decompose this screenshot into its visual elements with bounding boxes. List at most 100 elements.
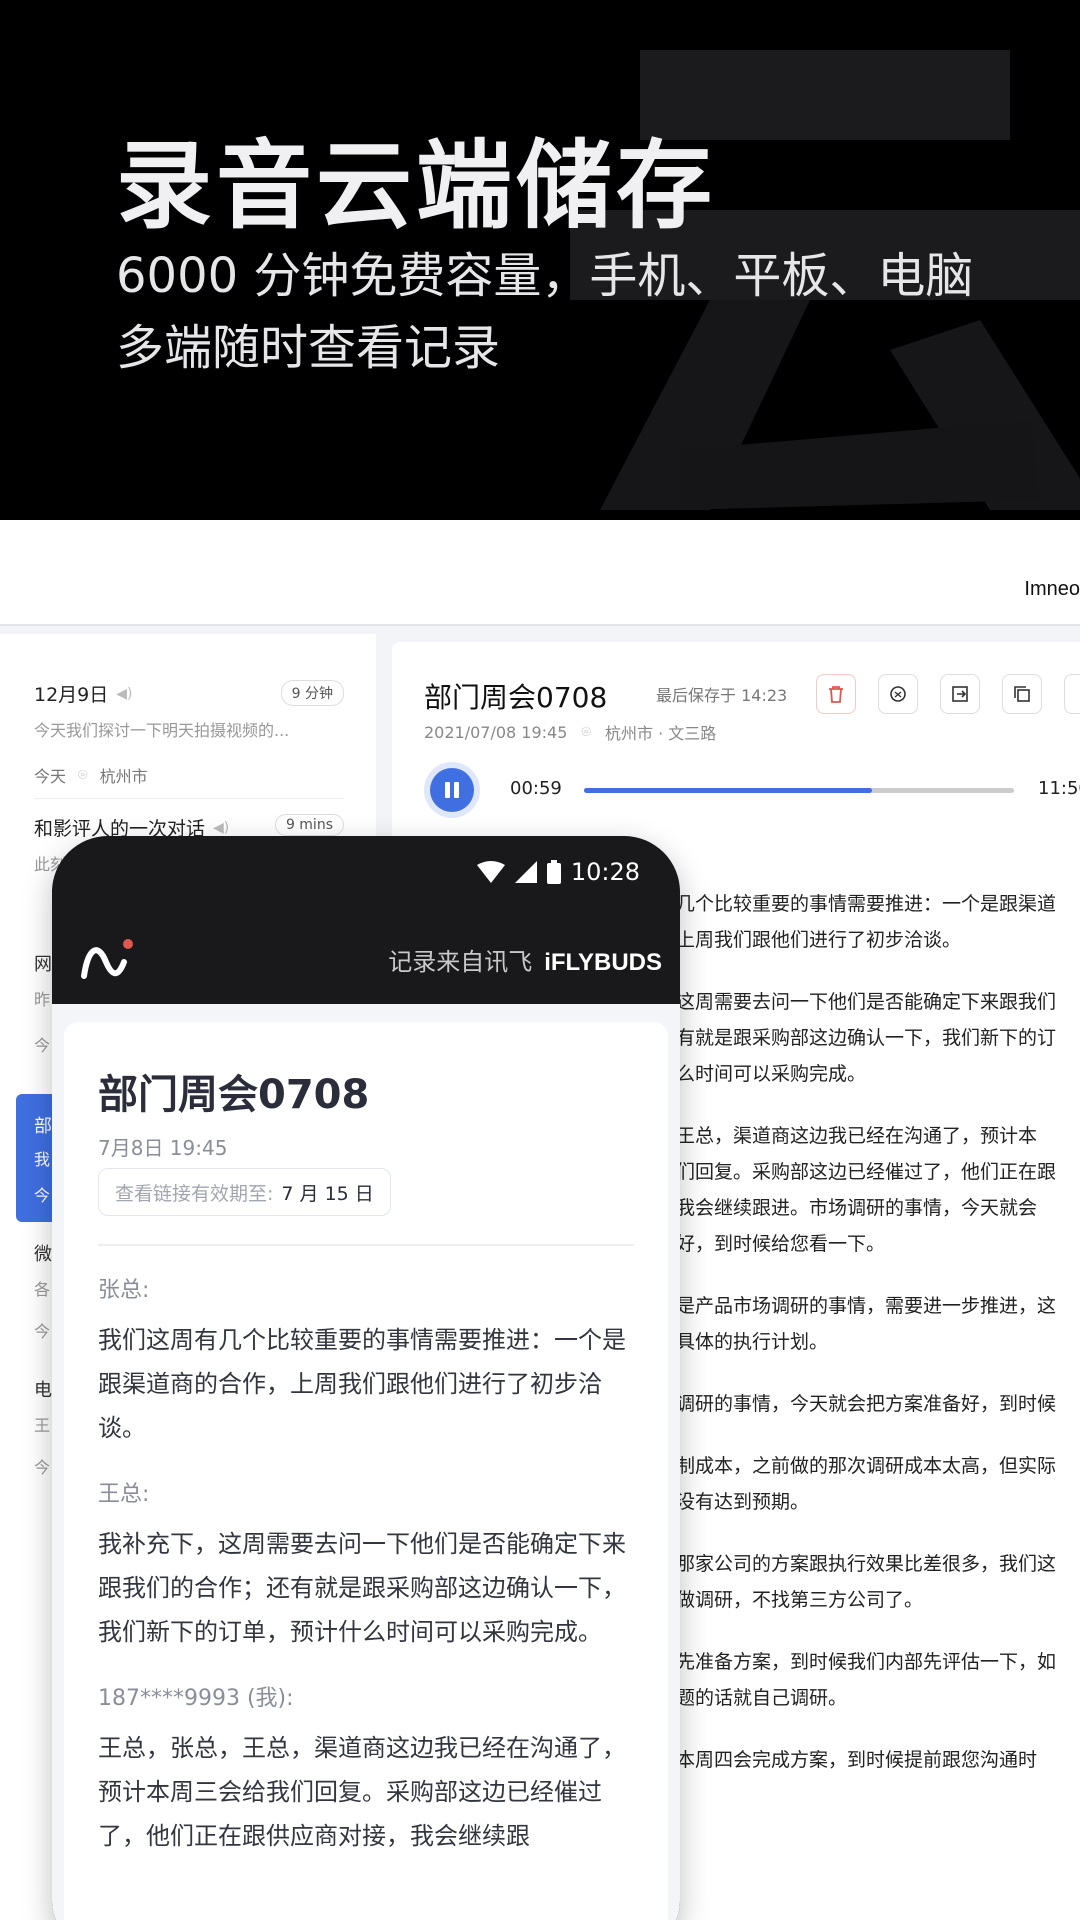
- speaker-label: 张总:: [98, 1278, 150, 1303]
- list-item-location: 杭州市: [99, 767, 148, 786]
- list-item-stub: 我: [34, 1150, 51, 1169]
- more-button[interactable]: [1064, 674, 1080, 714]
- transcript-paragraph: 先准备方案，到时候我们内部先评估一下，如 题的话就自己调研。: [676, 1644, 1080, 1716]
- status-bar: 10:28: [476, 858, 640, 886]
- list-item-stub: 今: [34, 1458, 51, 1477]
- transcript-line: 们回复。采购部这边已经催过了，他们正在跟: [676, 1161, 1057, 1183]
- app-bar-text: 记录来自讯飞 iFLYBUDS: [388, 942, 662, 977]
- transcript-line: 我会继续跟进。市场调研的事情，今天就会: [676, 1197, 1038, 1219]
- share-date: 7月8日 19:45: [98, 1136, 228, 1160]
- list-item-day: 今天: [34, 767, 67, 786]
- export-icon: [952, 686, 968, 702]
- transcript-line: 没有达到预期。: [676, 1491, 810, 1513]
- transcript-line: 具体的执行计划。: [676, 1331, 829, 1353]
- divider: [34, 798, 344, 799]
- transcript-paragraph: 这周需要去问一下他们是否能确定下来跟我们 有就是跟采购部这边确认一下，我们新下的订…: [676, 984, 1080, 1092]
- link-expiry-pill: 查看链接有效期至: 7 月 15 日: [98, 1168, 391, 1216]
- wifi-icon: [476, 861, 505, 883]
- translate-icon: [890, 686, 906, 702]
- transcript-text: 几个比较重要的事情需要推进：一个是跟渠道 上周我们跟他们进行了初步洽谈。这周需要去…: [676, 886, 1080, 1804]
- list-item-stub: 各: [34, 1280, 51, 1299]
- translate-button[interactable]: [878, 674, 918, 714]
- transcript-line: 制成本，之前做的那次调研成本太高，但实际: [676, 1455, 1057, 1477]
- transcript-line: 有就是跟采购部这边确认一下，我们新下的订: [676, 1027, 1057, 1049]
- detail-title: 部门周会0708: [424, 681, 608, 714]
- transcript-paragraph: 几个比较重要的事情需要推进：一个是跟渠道 上周我们跟他们进行了初步洽谈。: [676, 886, 1080, 958]
- delete-button[interactable]: [816, 674, 856, 714]
- list-item-title: 12月9日: [34, 684, 109, 706]
- transcript-paragraph: 那家公司的方案跟执行效果比差很多，我们这 做调研，不找第三方公司了。: [676, 1546, 1080, 1618]
- list-item-stub: 今: [34, 1036, 51, 1055]
- speaker-label: 187****9993 (我):: [98, 1686, 294, 1711]
- pause-button[interactable]: [430, 768, 474, 812]
- transcript-paragraph: 制成本，之前做的那次调研成本太高，但实际 没有达到预期。: [676, 1448, 1080, 1520]
- detail-location: 杭州市 · 文三路: [605, 724, 717, 743]
- signal-icon: [514, 861, 537, 883]
- current-time: 00:59: [510, 778, 562, 799]
- link-expiry-label: 查看链接有效期至:: [115, 1182, 274, 1205]
- transcript-line: 几个比较重要的事情需要推进：一个是跟渠道: [676, 893, 1057, 915]
- record-source-label: 记录来自讯飞: [388, 948, 533, 976]
- speaker-icon: ◀): [116, 685, 133, 702]
- progress-fill: [584, 788, 873, 793]
- saved-time: 最后保存于 14:23: [656, 686, 788, 705]
- transcript-paragraph: 调研的事情，今天就会把方案准备好，到时候: [676, 1386, 1080, 1422]
- duration-badge: 9 分钟: [280, 680, 344, 706]
- phone-screen: 部门周会0708 7月8日 19:45 查看链接有效期至: 7 月 15 日 张总…: [52, 1004, 680, 1920]
- transcript-paragraph: 是产品市场调研的事情，需要进一步推进，这 具体的执行计划。: [676, 1288, 1080, 1360]
- transcript-line: 题的话就自己调研。: [676, 1687, 848, 1709]
- hero-banner: 录音云端储存 6000 分钟免费容量，手机、平板、电脑多端随时查看记录: [0, 0, 1080, 520]
- transcript-line: 调研的事情，今天就会把方案准备好，到时候: [676, 1393, 1057, 1415]
- share-title: 部门周会0708: [98, 1072, 370, 1118]
- utterance-text: 我们这周有几个比较重要的事情需要推进：一个是跟渠道商的合作，上周我们跟他们进行了…: [98, 1326, 626, 1442]
- iflybuds-logo-icon: [81, 939, 133, 979]
- brand-name: iFLYBUDS: [544, 949, 662, 976]
- speaker-icon: ◀): [213, 819, 230, 836]
- transcript-paragraph: 本周四会完成方案，到时候提前跟您沟通时: [676, 1742, 1080, 1778]
- trash-icon: [829, 686, 843, 703]
- location-pin-icon: ⌾: [78, 765, 88, 784]
- list-item-stub: 今: [34, 1322, 51, 1341]
- utterance-text: 王总，张总，王总，渠道商这边我已经在沟通了，预计本周三会给我们回复。采购部这边已…: [98, 1734, 626, 1850]
- detail-datetime: 2021/07/08 19:45: [424, 722, 568, 742]
- utterance-text: 我补充下，这周需要去问一下他们是否能确定下来跟我们的合作；还有就是跟采购部这边确…: [98, 1530, 626, 1646]
- transcript-line: 王总，渠道商这边我已经在沟通了，预计本: [676, 1125, 1038, 1147]
- list-item-stub: 电: [34, 1380, 52, 1401]
- link-expiry-date: 7 月 15 日: [281, 1182, 374, 1205]
- list-item-desc: 今天我们探讨一下明天拍摄视频的...: [34, 721, 290, 740]
- duration-badge: 9 mins: [274, 814, 344, 836]
- transcript-line: 做调研，不找第三方公司了。: [676, 1589, 924, 1611]
- copy-icon: [1014, 686, 1030, 702]
- location-pin-icon: ⌾: [581, 722, 592, 741]
- audio-player: 00:59 11:50: [430, 762, 1080, 822]
- list-item-stub: 昨: [34, 990, 51, 1009]
- list-item-stub: 王: [34, 1416, 51, 1435]
- transcript-line: 先准备方案，到时候我们内部先评估一下，如: [676, 1651, 1057, 1673]
- total-time: 11:50: [1038, 778, 1080, 799]
- hero-subtitle: 6000 分钟免费容量，手机、平板、电脑多端随时查看记录: [116, 248, 974, 376]
- speaker-label: 王总:: [98, 1482, 150, 1507]
- transcript-paragraph: 王总，渠道商这边我已经在沟通了，预计本 们回复。采购部这边已经催过了，他们正在跟我…: [676, 1118, 1080, 1262]
- transcript-line: 么时间可以采购完成。: [676, 1063, 867, 1085]
- status-time: 10:28: [570, 858, 640, 886]
- list-item-stub: 今: [34, 1186, 51, 1205]
- desktop-brand-text: Imneo: [1024, 578, 1080, 600]
- list-item-stub: 微: [34, 1244, 52, 1265]
- transcript-line: 本周四会完成方案，到时候提前跟您沟通时: [676, 1749, 1038, 1771]
- hero-title: 录音云端储存: [116, 130, 716, 242]
- divider: [98, 1244, 634, 1246]
- phone-frame: 10:28 记录来自讯飞 iFLYBUDS 部门周会0708 7月8日 19:45…: [52, 836, 680, 1920]
- transcript: 张总: 我们这周有几个比较重要的事情需要推进：一个是跟渠道商的合作，上周我们跟他…: [98, 1272, 638, 1858]
- list-item-stub: 网: [34, 954, 52, 975]
- battery-icon: [546, 860, 561, 884]
- list-item[interactable]: 12月9日 ◀) 9 分钟 今天我们探讨一下明天拍摄视频的... 今天 ⌾ 杭州…: [34, 680, 344, 787]
- transcript-line: 这周需要去问一下他们是否能确定下来跟我们: [676, 991, 1057, 1013]
- transcript-line: 上周我们跟他们进行了初步洽谈。: [676, 929, 962, 951]
- transcript-line: 是产品市场调研的事情，需要进一步推进，这: [676, 1295, 1057, 1317]
- transcript-line: 那家公司的方案跟执行效果比差很多，我们这: [676, 1553, 1057, 1575]
- progress-track[interactable]: [584, 788, 1014, 793]
- list-item-stub: 部: [34, 1116, 52, 1137]
- copy-button[interactable]: [1002, 674, 1042, 714]
- export-button[interactable]: [940, 674, 980, 714]
- share-card: 部门周会0708 7月8日 19:45 查看链接有效期至: 7 月 15 日 张总…: [64, 1022, 668, 1920]
